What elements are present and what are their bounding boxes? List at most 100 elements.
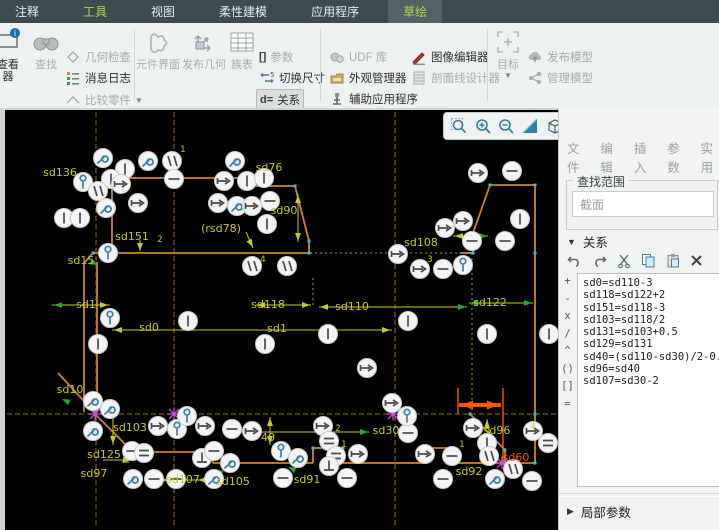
panel-menu-文件[interactable]: 文件 [567,138,586,176]
dimension-label[interactable]: sd151 [115,230,149,243]
dimension-label[interactable]: (rsd78) [201,222,241,235]
ribbon-tab-柔性建模[interactable]: 柔性建模 [204,0,282,23]
undo-button[interactable] [567,254,582,267]
dimension-label[interactable]: sd110 [335,300,369,313]
constraint-balloon[interactable] [256,335,275,354]
constraint-balloon[interactable] [196,417,215,436]
constraint-balloon[interactable] [223,420,242,439]
delete-button[interactable] [690,254,703,267]
constraint-balloon[interactable] [278,257,297,276]
constraint-balloon[interactable] [145,470,164,489]
constraint-balloon[interactable] [221,454,240,473]
udf-library-button[interactable]: UDF 库 [326,47,390,67]
dimension-label[interactable]: sd96 [484,424,511,437]
constraint-balloon[interactable] [523,472,542,491]
panel-menu-参数[interactable]: 参数 [667,138,686,176]
operator-button[interactable]: () [561,363,574,381]
geometry-check-button[interactable]: 几何检查 [62,47,134,67]
relation-row[interactable]: sd131=sd103+0.5 [578,326,719,338]
image-editor-button[interactable]: 图像编辑器 [408,47,492,67]
ribbon-tab-工具[interactable]: 工具 [68,0,122,23]
redo-button[interactable] [592,254,607,267]
constraint-balloon[interactable] [469,164,488,183]
selected-dimension-label[interactable]: sd60 [503,451,530,464]
dimension-label[interactable]: 40 [261,431,275,444]
constraint-balloon[interactable] [319,325,338,344]
cut-button[interactable] [617,254,631,268]
dimension-label[interactable]: sd30 [373,424,400,437]
message-log-button[interactable]: 消息日志 [62,68,134,88]
dimension-label[interactable]: sd136 [43,166,77,179]
constraint-balloon[interactable] [139,152,158,171]
constraint-balloon[interactable] [149,417,168,436]
constraint-balloon[interactable] [436,219,455,238]
constraint-balloon[interactable] [272,442,291,461]
operator-button[interactable]: [] [561,380,574,398]
panel-menu-插入[interactable]: 插入 [634,138,653,176]
constraint-balloon[interactable] [205,442,224,461]
family-table-button[interactable]: 族表 [224,25,260,71]
constraint-balloon[interactable] [496,232,515,251]
constraint-balloon[interactable] [178,407,197,426]
constraint-balloon[interactable] [338,469,357,488]
dimension-label[interactable]: sd107 [166,473,200,486]
dimension-label[interactable]: sd0 [139,321,159,334]
constraint-balloon[interactable] [434,470,453,489]
constraint-balloon[interactable] [539,434,558,453]
constraint-balloon[interactable] [97,199,116,218]
constraint-balloon[interactable] [89,182,108,201]
constraint-balloon[interactable] [209,194,228,213]
dimension-label[interactable]: sd105 [216,475,250,488]
constraint-balloon[interactable] [398,407,417,426]
constraint-balloon[interactable] [84,392,103,411]
constraint-balloon[interactable] [454,256,473,275]
ribbon-tab-视图[interactable]: 视图 [136,0,190,23]
constraint-balloon[interactable] [129,194,148,213]
appearance-manager-button[interactable]: 外观管理器 [326,68,410,88]
constraint-balloon[interactable] [511,210,530,229]
zoom-window-button[interactable] [450,117,468,135]
constraint-balloon[interactable] [478,325,497,344]
constraint-balloon[interactable] [135,444,154,463]
operator-button[interactable]: = [564,398,570,416]
constraint-balloon[interactable] [320,457,339,476]
dimension-label[interactable]: sd108 [404,236,438,249]
constraint-balloon[interactable] [101,400,120,419]
dimension-label[interactable]: sd118 [251,298,285,311]
ribbon-tab-应用程序[interactable]: 应用程序 [296,0,374,23]
constraint-balloon[interactable] [179,312,198,331]
target-button[interactable]: 目标 ▼ [488,25,528,80]
panel-menu-编辑[interactable]: 编辑 [600,138,619,176]
component-interface-button[interactable]: 元件界面 [134,25,182,71]
find-button[interactable]: 查找 [26,25,66,71]
parameters-button[interactable]: [] 参数 [256,47,296,67]
constraint-balloon[interactable] [399,312,418,331]
relation-row[interactable]: sd118=sd122+2 [578,289,719,301]
ribbon-tab-草绘[interactable]: 草绘 [388,0,442,23]
relation-row[interactable]: sd103=sd118/2 [578,314,719,326]
sketch-canvas[interactable]: sd136sd76sd90sd151(rsd78)sd108sd118sd110… [5,110,558,530]
refit-button[interactable] [521,117,539,135]
constraint-balloon[interactable] [503,162,522,181]
constraint-balloon[interactable] [454,212,473,231]
dimension-label[interactable]: sd76 [256,161,283,174]
constraint-balloon[interactable] [94,149,113,168]
constraint-balloon[interactable] [101,309,120,328]
constraint-balloon[interactable] [112,175,131,194]
constraint-balloon[interactable] [540,325,559,344]
local-parameters-header[interactable]: ▶ 局部参数 [567,502,631,521]
paste-button[interactable] [666,253,680,268]
dimension-label[interactable]: sd122 [473,296,507,309]
dimension-label[interactable]: sd92 [456,465,483,478]
dimension-label[interactable]: sd1 [76,298,96,311]
relation-row[interactable]: sd40=(sd110-sd30)/2-0.5 [578,351,719,363]
constraint-balloon[interactable] [243,422,262,441]
dimension-label[interactable]: sd15 [68,254,95,267]
copy-button[interactable] [641,253,656,268]
constraint-balloon[interactable] [274,469,293,488]
relations-section-header[interactable]: ▼ 关系 [567,232,608,251]
constraint-balloon[interactable] [226,152,245,171]
constraint-balloon[interactable] [165,170,184,189]
constraint-balloon[interactable] [349,445,368,464]
dimension-label[interactable]: sd97 [81,467,108,480]
